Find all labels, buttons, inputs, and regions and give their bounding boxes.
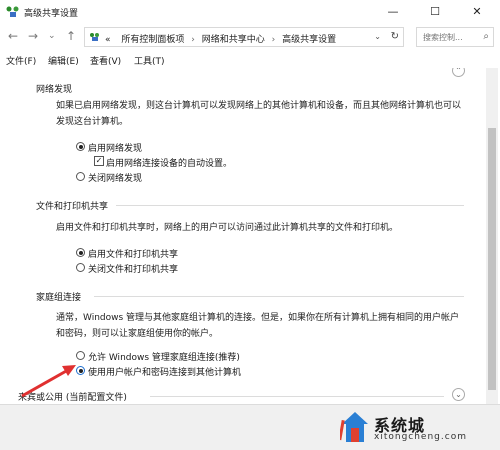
recent-dropdown-icon[interactable]: ⌄ [48, 31, 56, 41]
divider [150, 396, 444, 397]
network-discovery-description: 如果已启用网络发现，则这台计算机可以发现网络上的其他计算机和设备，而且其他网络计… [56, 101, 462, 127]
radio-disable-discovery-label: 关闭网络发现 [88, 174, 143, 184]
radio-windows-manage-label: 允许 Windows 管理家庭组连接(推荐) [88, 353, 240, 363]
breadcrumb-item-network-center[interactable]: 网络和共享中心 [202, 35, 265, 45]
radio-enable-sharing-label: 启用文件和打印机共享 [88, 250, 179, 260]
scrollbar[interactable] [486, 68, 498, 404]
address-dropdown-icon[interactable]: ⌄ [374, 32, 381, 41]
homegroup-heading: 家庭组连接 [36, 293, 82, 303]
scrollbar-thumb[interactable] [488, 128, 496, 390]
radio-enable-discovery-label: 启用网络发现 [88, 144, 143, 154]
watermark-url: xitongcheng.com [374, 432, 467, 442]
back-arrow-icon[interactable]: ← [8, 29, 18, 43]
breadcrumb-separator: › [191, 35, 195, 45]
navigation-bar: ← → ⌄ ↑ « 所有控制面板项 › 网络和共享中心 › 高级共享设置 ⌄ ↻… [0, 24, 500, 50]
file-printer-description: 启用文件和打印机共享时，网络上的用户可以访问通过此计算机共享的文件和打印机。 [56, 223, 399, 233]
title-bar: 高级共享设置 — ☐ ✕ [0, 0, 500, 24]
settings-content: ⌃ 网络发现 如果已启用网络发现，则这台计算机可以发现网络上的其他计算机和设备，… [0, 68, 484, 404]
radio-windows-manage[interactable] [76, 351, 85, 360]
divider [116, 205, 464, 206]
menu-file[interactable]: 文件(F) [6, 54, 36, 67]
search-icon[interactable]: ⌕ [483, 31, 489, 42]
file-printer-heading: 文件和打印机共享 [36, 202, 109, 212]
network-discovery-heading: 网络发现 [36, 85, 73, 95]
close-button[interactable]: ✕ [462, 3, 492, 21]
annotation-arrow-icon [21, 365, 76, 398]
radio-disable-sharing-label: 关闭文件和打印机共享 [88, 265, 179, 275]
maximize-button[interactable]: ☐ [420, 3, 450, 21]
network-icon [6, 6, 19, 17]
radio-use-account-label: 使用用户帐户和密码连接到其他计算机 [88, 368, 242, 378]
breadcrumb: « 所有控制面板项 › 网络和共享中心 › 高级共享设置 [105, 32, 336, 45]
radio-disable-sharing[interactable] [76, 263, 85, 272]
breadcrumb-overflow[interactable]: « [105, 35, 111, 45]
refresh-icon[interactable]: ↻ [391, 31, 399, 42]
up-arrow-icon[interactable]: ↑ [66, 29, 76, 43]
menu-bar: 文件(F) 编辑(E) 查看(V) 工具(T) [0, 52, 500, 68]
minimize-button[interactable]: — [378, 3, 408, 21]
menu-view[interactable]: 查看(V) [90, 54, 121, 67]
breadcrumb-item-advanced-sharing[interactable]: 高级共享设置 [282, 35, 336, 45]
window-title: 高级共享设置 [24, 9, 79, 19]
radio-disable-discovery[interactable] [76, 172, 85, 181]
homegroup-description: 通常，Windows 管理与其他家庭组计算机的连接。但是，如果你在所有计算机上拥… [56, 313, 460, 339]
breadcrumb-separator: › [271, 35, 276, 45]
breadcrumb-item-control-panel[interactable]: 所有控制面板项 [121, 35, 184, 45]
radio-enable-sharing[interactable] [76, 248, 85, 257]
forward-arrow-icon[interactable]: → [28, 29, 38, 43]
network-icon [90, 33, 99, 41]
menu-tools[interactable]: 工具(T) [134, 54, 165, 67]
watermark-logo-icon [340, 412, 368, 442]
search-input[interactable] [421, 32, 481, 43]
search-box[interactable]: ⌕ [416, 27, 494, 47]
auto-setup-label: 启用网络连接设备的自动设置。 [106, 159, 233, 169]
divider [94, 296, 464, 297]
expand-chevron-icon[interactable]: ⌄ [452, 388, 465, 401]
auto-setup-checkbox[interactable]: ✓ [94, 156, 104, 166]
radio-enable-discovery[interactable] [76, 142, 85, 151]
address-bar[interactable]: « 所有控制面板项 › 网络和共享中心 › 高级共享设置 ⌄ ↻ [84, 27, 404, 47]
collapse-chevron-icon[interactable]: ⌃ [452, 68, 465, 77]
menu-edit[interactable]: 编辑(E) [48, 54, 79, 67]
